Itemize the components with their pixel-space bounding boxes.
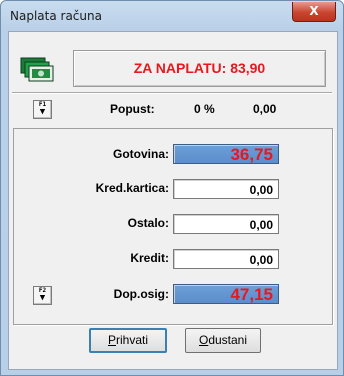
discount-percent: 0 % xyxy=(194,102,215,116)
arrow-down-icon: ▼ xyxy=(39,107,46,117)
supplementary-insurance-label: Dop.osig: xyxy=(113,287,169,301)
cash-label: Gotovina: xyxy=(113,147,169,161)
payments-panel: Gotovina: 36,75 Kred.kartica: 0,00 Ostal… xyxy=(13,128,333,325)
cancel-label: dustani xyxy=(208,333,248,347)
arrow-down-icon: ▼ xyxy=(39,293,46,303)
dialog-body: ZA NAPLATU: 83,90 F1 ▼ Popust: 0 % 0,00 … xyxy=(8,31,338,370)
amount-due-display: ZA NAPLATU: 83,90 xyxy=(73,50,326,87)
discount-value: 0,00 xyxy=(253,102,277,116)
cash-field[interactable]: 36,75 xyxy=(173,144,279,164)
other-field[interactable]: 0,00 xyxy=(173,214,279,234)
accept-label: rihvati xyxy=(116,333,149,347)
accept-mnemonic: P xyxy=(107,333,116,347)
cancel-mnemonic: O xyxy=(198,333,209,347)
accept-button[interactable]: Prihvati xyxy=(89,328,167,353)
close-icon: X xyxy=(309,4,319,18)
cancel-button[interactable]: Odustani xyxy=(185,328,261,353)
divider xyxy=(12,92,332,94)
money-icon xyxy=(20,57,54,82)
amount-due-value: 83,90 xyxy=(230,60,266,76)
window-title: Naplata računa xyxy=(10,9,102,23)
credit-card-label: Kred.kartica: xyxy=(95,181,169,195)
other-label: Ostalo: xyxy=(127,216,169,230)
credit-label: Kredit: xyxy=(130,251,169,265)
discount-key-button[interactable]: F1 ▼ xyxy=(33,100,52,119)
title-bar: Naplata računa X xyxy=(1,1,343,31)
payment-window: Naplata računa X ZA NAPLATU: 83,90 F1 ▼ … xyxy=(0,0,344,376)
discount-label: Popust: xyxy=(110,102,155,116)
supplementary-insurance-key-button[interactable]: F2 ▼ xyxy=(33,286,52,305)
credit-field[interactable]: 0,00 xyxy=(173,249,279,269)
supplementary-insurance-field[interactable]: 47,15 xyxy=(173,284,279,304)
close-button[interactable]: X xyxy=(292,2,336,22)
amount-due-label: ZA NAPLATU: xyxy=(133,60,227,76)
credit-card-field[interactable]: 0,00 xyxy=(173,179,279,199)
